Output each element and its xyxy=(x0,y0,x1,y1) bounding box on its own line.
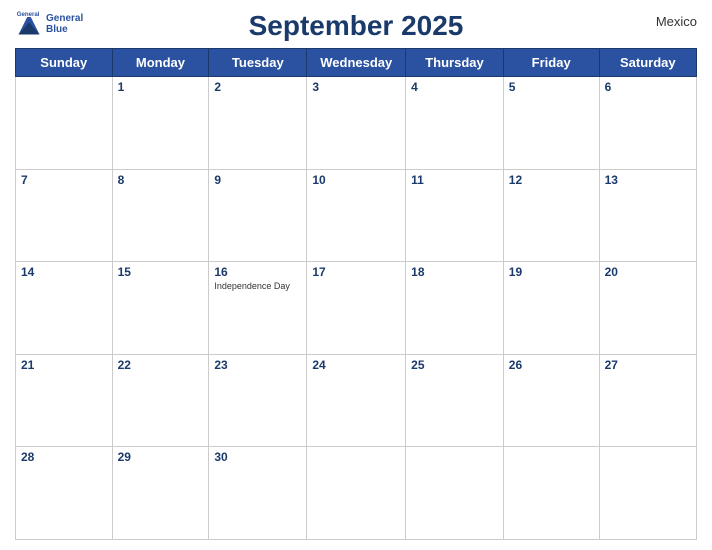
calendar-cell: 15 xyxy=(112,262,209,355)
day-number: 4 xyxy=(411,80,498,94)
day-number: 19 xyxy=(509,265,594,279)
calendar-cell: 12 xyxy=(503,169,599,262)
calendar-cell xyxy=(16,77,113,170)
calendar-cell xyxy=(599,447,696,540)
calendar-week-row: 789 10 11 12 13 xyxy=(16,169,697,262)
calendar-cell: 6 xyxy=(599,77,696,170)
calendar-cell: 17 xyxy=(307,262,406,355)
day-number: 18 xyxy=(411,265,498,279)
day-number: 7 xyxy=(21,173,107,187)
day-number: 25 xyxy=(411,358,498,372)
calendar-cell: 16 Independence Day xyxy=(209,262,307,355)
day-number: 9 xyxy=(214,173,301,187)
calendar-cell: 13 xyxy=(599,169,696,262)
day-number: 15 xyxy=(118,265,204,279)
calendar-week-row: 28 29 30 xyxy=(16,447,697,540)
calendar-cell: 8 xyxy=(112,169,209,262)
calendar-cell xyxy=(406,447,504,540)
calendar-cell: 29 xyxy=(112,447,209,540)
day-number: 17 xyxy=(312,265,400,279)
day-number: 1 xyxy=(118,80,204,94)
header-friday: Friday xyxy=(503,49,599,77)
calendar-cell: 11 xyxy=(406,169,504,262)
calendar-cell: 28 xyxy=(16,447,113,540)
calendar-cell: 30 xyxy=(209,447,307,540)
country-label: Mexico xyxy=(656,14,697,29)
calendar-cell xyxy=(503,447,599,540)
calendar-cell: 10 xyxy=(307,169,406,262)
day-number: 26 xyxy=(509,358,594,372)
calendar-cell: 5 xyxy=(503,77,599,170)
logo-area: General General Blue xyxy=(15,10,83,38)
calendar-cell: 20 xyxy=(599,262,696,355)
day-number: 3 xyxy=(312,80,400,94)
day-number: 30 xyxy=(214,450,301,464)
calendar-week-row: 14 15 16 Independence Day 17 18 19 20 xyxy=(16,262,697,355)
calendar-cell: 9 xyxy=(209,169,307,262)
logo-icon: General xyxy=(15,10,43,38)
header-sunday: Sunday xyxy=(16,49,113,77)
days-header-row: Sunday Monday Tuesday Wednesday Thursday… xyxy=(16,49,697,77)
calendar-cell: 4 xyxy=(406,77,504,170)
header-thursday: Thursday xyxy=(406,49,504,77)
day-number: 8 xyxy=(118,173,204,187)
header-saturday: Saturday xyxy=(599,49,696,77)
day-number: 5 xyxy=(509,80,594,94)
holiday-label: Independence Day xyxy=(214,281,301,291)
calendar-table: Sunday Monday Tuesday Wednesday Thursday… xyxy=(15,48,697,540)
calendar-cell: 26 xyxy=(503,354,599,447)
svg-text:General: General xyxy=(17,11,40,18)
calendar-cell: 18 xyxy=(406,262,504,355)
day-number: 14 xyxy=(21,265,107,279)
calendar-week-row: 21 22 23 24 25 26 27 xyxy=(16,354,697,447)
day-number: 11 xyxy=(411,173,498,187)
calendar-cell: 19 xyxy=(503,262,599,355)
day-number: 21 xyxy=(21,358,107,372)
day-number: 12 xyxy=(509,173,594,187)
calendar-cell: 21 xyxy=(16,354,113,447)
calendar-cell: 27 xyxy=(599,354,696,447)
calendar-header: General General Blue September 2025 Mexi… xyxy=(15,10,697,42)
calendar-cell xyxy=(307,447,406,540)
day-number: 2 xyxy=(214,80,301,94)
day-number: 24 xyxy=(312,358,400,372)
calendar-cell: 14 xyxy=(16,262,113,355)
day-number: 27 xyxy=(605,358,691,372)
day-number: 28 xyxy=(21,450,107,464)
calendar-cell: 7 xyxy=(16,169,113,262)
calendar-cell: 23 xyxy=(209,354,307,447)
day-number: 16 xyxy=(214,265,301,279)
day-number: 10 xyxy=(312,173,400,187)
calendar-week-row: 123456 xyxy=(16,77,697,170)
day-number: 13 xyxy=(605,173,691,187)
calendar-cell: 22 xyxy=(112,354,209,447)
calendar-cell: 24 xyxy=(307,354,406,447)
day-number: 6 xyxy=(605,80,691,94)
day-number: 23 xyxy=(214,358,301,372)
logo-text: General Blue xyxy=(46,13,83,35)
header-wednesday: Wednesday xyxy=(307,49,406,77)
calendar-wrapper: General General Blue September 2025 Mexi… xyxy=(0,0,712,550)
day-number: 22 xyxy=(118,358,204,372)
calendar-cell: 1 xyxy=(112,77,209,170)
header-tuesday: Tuesday xyxy=(209,49,307,77)
month-title: September 2025 xyxy=(249,10,464,42)
day-number: 20 xyxy=(605,265,691,279)
calendar-cell: 2 xyxy=(209,77,307,170)
day-number: 29 xyxy=(118,450,204,464)
header-monday: Monday xyxy=(112,49,209,77)
calendar-cell: 3 xyxy=(307,77,406,170)
calendar-cell: 25 xyxy=(406,354,504,447)
